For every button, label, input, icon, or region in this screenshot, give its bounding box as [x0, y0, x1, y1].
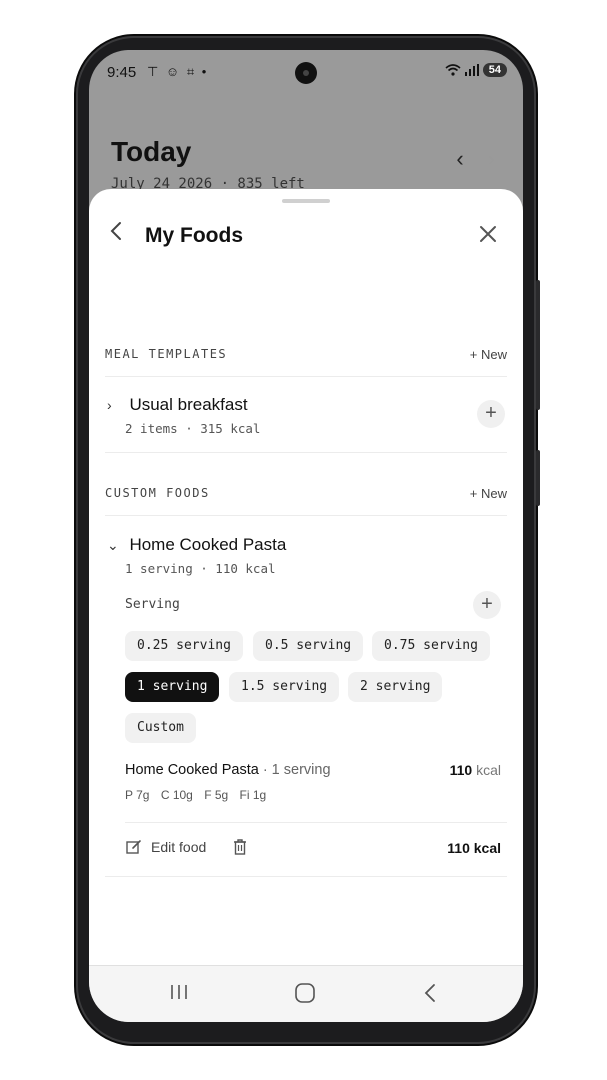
chevron-down-icon[interactable]: ⌄ — [107, 537, 125, 554]
total-kcal: 110 kcal — [447, 840, 501, 856]
back-nav-icon[interactable] — [421, 982, 441, 1004]
next-day-icon: › — [487, 146, 495, 171]
summary-kcal-value: 110 — [449, 762, 473, 778]
chevron-right-icon[interactable]: › — [107, 397, 125, 413]
power-button — [536, 280, 540, 410]
background-page-title: Today — [111, 136, 192, 167]
serving-chip[interactable]: 0.75 serving — [372, 631, 490, 661]
sheet-title: My Foods — [145, 224, 243, 247]
signal-icon — [464, 64, 479, 76]
recent-apps-icon[interactable] — [169, 982, 189, 1002]
summary-kcal-unit: kcal — [472, 762, 501, 778]
divider — [125, 822, 507, 823]
add-serving-button[interactable]: + — [473, 591, 501, 619]
new-custom-food-button[interactable]: + New — [470, 486, 507, 501]
serving-chip[interactable]: 0.5 serving — [253, 631, 364, 661]
status-time: 9:45 — [107, 64, 137, 81]
summary-food-name: Home Cooked Pasta — [125, 762, 259, 778]
summary-kcal: 110 kcal — [450, 762, 501, 778]
custom-food-name: Home Cooked Pasta — [129, 535, 287, 554]
new-meal-template-button[interactable]: + New — [470, 347, 507, 362]
my-foods-sheet: My Foods MEAL TEMPLATES + New › Usual br… — [89, 189, 523, 969]
trash-icon[interactable] — [232, 838, 248, 856]
edit-icon[interactable] — [125, 838, 143, 856]
template-meta: 2 items · 315 kcal — [125, 421, 261, 436]
serving-chip-selected[interactable]: 1 serving — [125, 672, 220, 702]
serving-chip-custom[interactable]: Custom — [125, 713, 196, 743]
serving-chip[interactable]: 2 serving — [348, 672, 443, 702]
background-day-nav: ‹ › — [456, 146, 495, 172]
phone-screen: 9:45 ⊤ ☺ ⌗ • 54 Today July 24 2026 · 835… — [89, 50, 523, 1022]
sheet-drag-handle[interactable] — [282, 199, 330, 203]
custom-food-meta: 1 serving · 110 kcal — [125, 561, 276, 576]
divider — [105, 452, 507, 453]
close-icon[interactable] — [477, 223, 499, 245]
divider — [105, 876, 507, 877]
wifi-icon — [445, 64, 461, 76]
notification-icons: ⊤ ☺ ⌗ • — [147, 64, 209, 79]
serving-chip[interactable]: 1.5 serving — [229, 672, 340, 702]
food-actions: Edit food — [125, 838, 248, 856]
serving-label: Serving — [125, 597, 180, 612]
edit-food-button[interactable]: Edit food — [151, 839, 206, 855]
meal-template-row[interactable]: › Usual breakfast 2 items · 315 kcal — [107, 395, 507, 436]
volume-button — [536, 450, 540, 506]
status-right: 54 — [445, 63, 507, 77]
custom-food-row[interactable]: ⌄ Home Cooked Pasta 1 serving · 110 kcal — [107, 535, 507, 576]
battery-icon: 54 — [482, 63, 507, 77]
back-icon[interactable] — [107, 219, 127, 243]
macro-protein: P 7g — [125, 788, 150, 802]
add-template-button[interactable]: + — [477, 400, 505, 428]
serving-chip[interactable]: 0.25 serving — [125, 631, 243, 661]
macro-carbs: C 10g — [160, 788, 193, 802]
sheet-header: My Foods — [89, 219, 523, 253]
summary-food-line: Home Cooked Pasta · 1 serving — [125, 762, 331, 778]
macro-fiber: Fi 1g — [239, 788, 267, 802]
home-icon[interactable] — [294, 982, 316, 1004]
prev-day-icon: ‹ — [456, 146, 464, 171]
summary-serving: · 1 serving — [258, 762, 331, 778]
front-camera — [295, 62, 317, 84]
status-bar: 9:45 ⊤ ☺ ⌗ • 54 — [89, 50, 523, 96]
template-name: Usual breakfast — [129, 395, 248, 414]
divider — [105, 515, 507, 516]
macro-breakdown: P 7g C 10g F 5g Fi 1g — [125, 788, 274, 802]
divider — [105, 376, 507, 377]
meal-templates-label: MEAL TEMPLATES — [105, 347, 228, 361]
system-nav-bar — [89, 965, 523, 1022]
macro-fat: F 5g — [204, 788, 229, 802]
custom-foods-label: CUSTOM FOODS — [105, 486, 210, 500]
